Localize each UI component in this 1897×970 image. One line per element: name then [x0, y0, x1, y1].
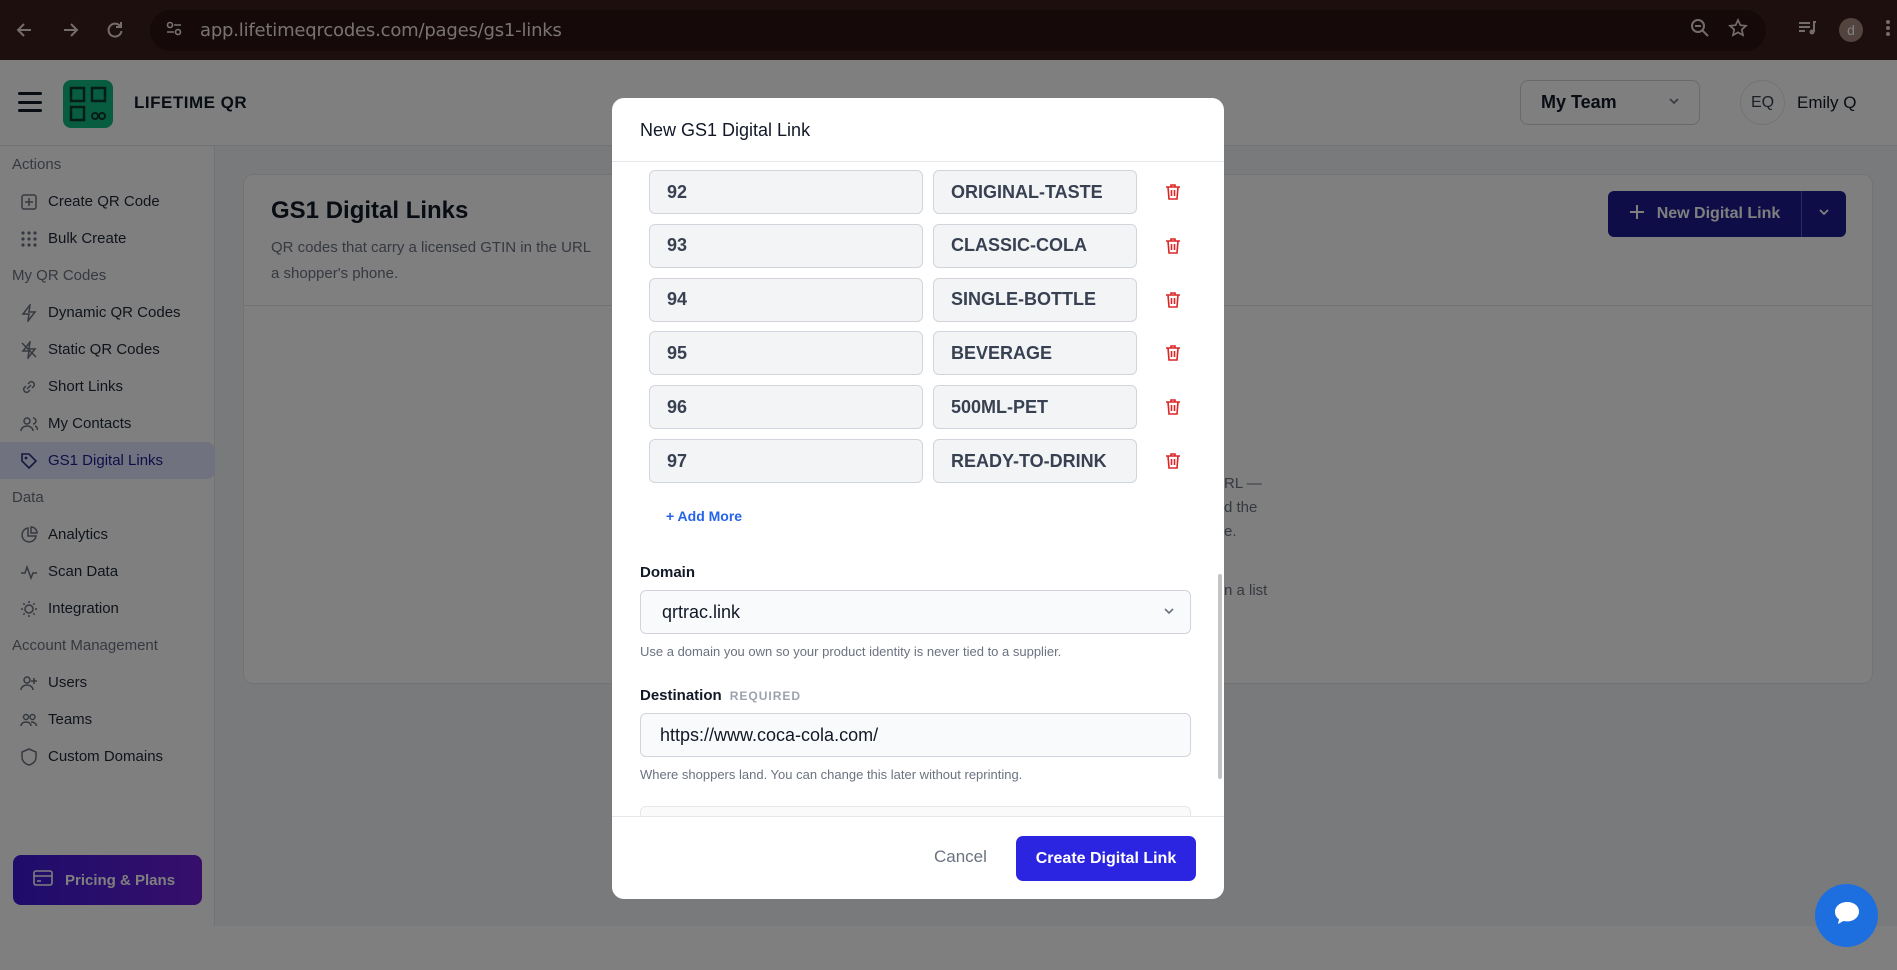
- trash-icon[interactable]: [1165, 237, 1181, 260]
- ai-code-input[interactable]: 93: [649, 223, 923, 268]
- ai-value-input[interactable]: 500ML-PET: [933, 385, 1137, 430]
- ai-code-input[interactable]: 96: [649, 385, 923, 430]
- key-value-row: 96 500ML-PET: [649, 385, 1189, 430]
- trash-icon[interactable]: [1165, 452, 1181, 475]
- modal-scrollbar[interactable]: [1218, 574, 1222, 779]
- ai-value-input[interactable]: ORIGINAL-TASTE: [933, 170, 1137, 214]
- destination-input[interactable]: https://www.coca-cola.com/: [640, 713, 1191, 757]
- key-value-row: 95 BEVERAGE: [649, 331, 1189, 376]
- new-gs1-link-modal: New GS1 Digital Link 92 ORIGINAL-TASTE 93 C…: [612, 98, 1224, 899]
- trash-icon[interactable]: [1165, 291, 1181, 314]
- domain-select[interactable]: qrtrac.link: [640, 590, 1191, 634]
- modal-title: New GS1 Digital Link: [612, 98, 1224, 162]
- chat-bubble-icon: [1832, 899, 1862, 932]
- required-badge: REQUIRED: [729, 689, 802, 703]
- trash-icon[interactable]: [1165, 398, 1181, 421]
- key-value-row: 92 ORIGINAL-TASTE: [649, 170, 1189, 214]
- create-digital-link-button[interactable]: Create Digital Link: [1016, 836, 1196, 881]
- chevron-down-icon: [1162, 602, 1176, 623]
- domain-label: Domain: [640, 564, 696, 581]
- domain-value: qrtrac.link: [662, 601, 741, 622]
- trash-icon[interactable]: [1165, 344, 1181, 367]
- ai-code-input[interactable]: 95: [649, 331, 923, 376]
- domain-help: Use a domain you own so your product ide…: [640, 644, 1062, 659]
- key-value-row: 93 CLASSIC-COLA: [649, 223, 1189, 268]
- next-field: [640, 806, 1191, 816]
- key-value-row: 94 SINGLE-BOTTLE: [649, 277, 1189, 322]
- add-more-link[interactable]: + Add More: [666, 508, 742, 524]
- ai-value-input[interactable]: CLASSIC-COLA: [933, 223, 1137, 268]
- ai-code-input[interactable]: 94: [649, 277, 923, 322]
- trash-icon[interactable]: [1165, 183, 1181, 206]
- destination-label-row: Destination REQUIRED: [640, 687, 801, 704]
- cancel-button[interactable]: Cancel: [934, 847, 987, 867]
- destination-help: Where shoppers land. You can change this…: [640, 767, 1023, 782]
- modal-body: 92 ORIGINAL-TASTE 93 CLASSIC-COLA 94 SINGLE-B…: [612, 162, 1224, 816]
- ai-value-input[interactable]: SINGLE-BOTTLE: [933, 277, 1137, 322]
- modal-footer: Cancel Create Digital Link: [612, 816, 1224, 899]
- key-value-row: 97 READY-TO-DRINK: [649, 439, 1189, 483]
- chat-support-button[interactable]: [1815, 884, 1878, 947]
- destination-label: Destination: [640, 687, 722, 704]
- ai-code-input[interactable]: 92: [649, 170, 923, 214]
- ai-value-input[interactable]: READY-TO-DRINK: [933, 439, 1137, 483]
- ai-value-input[interactable]: BEVERAGE: [933, 331, 1137, 376]
- ai-code-input[interactable]: 97: [649, 439, 923, 483]
